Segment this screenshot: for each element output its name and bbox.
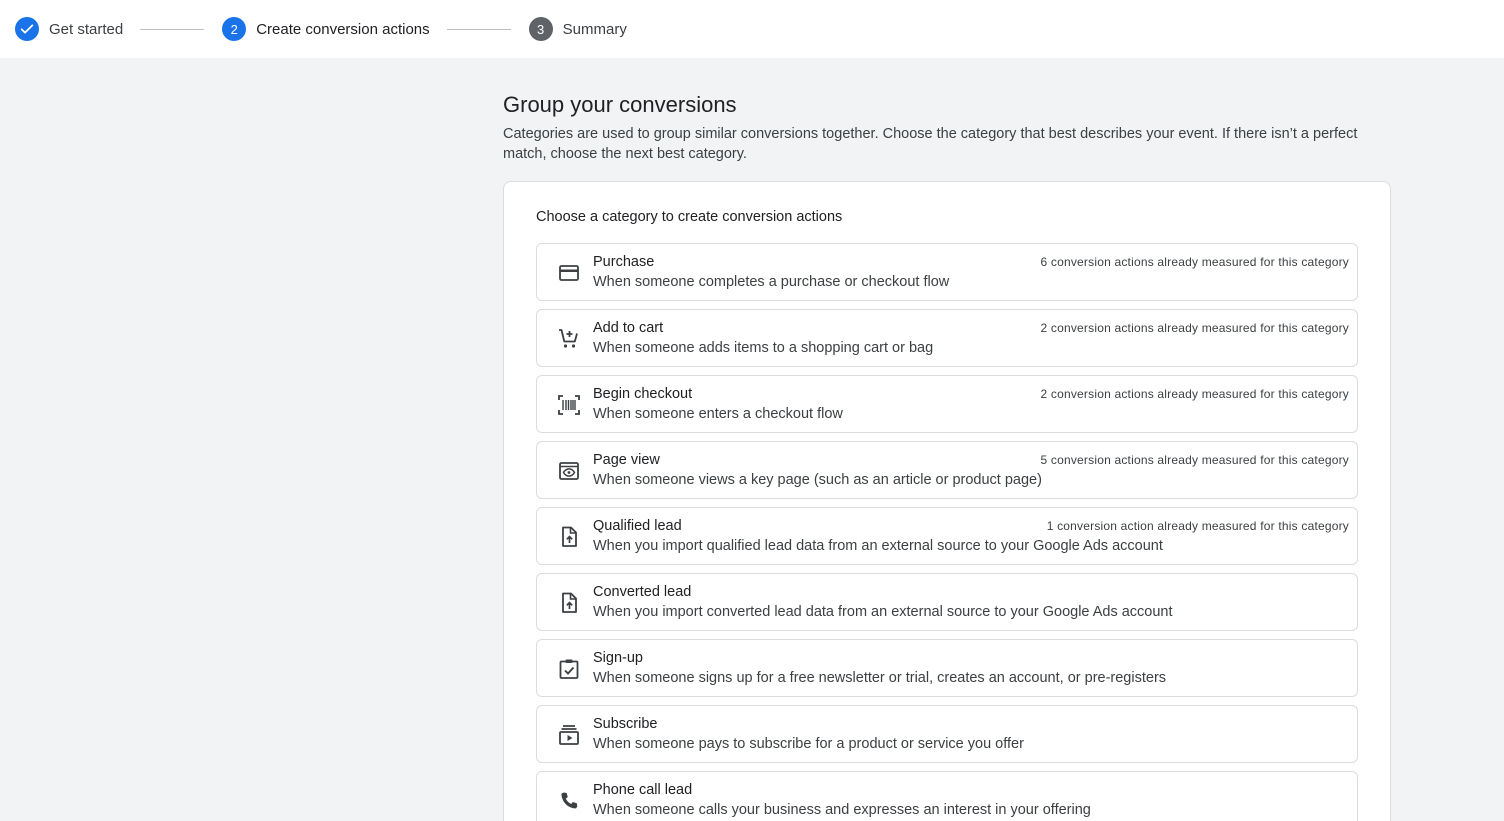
phone-icon: [557, 789, 581, 813]
category-description: When someone calls your business and exp…: [593, 802, 1091, 818]
category-subscribe[interactable]: Subscribe When someone pays to subscribe…: [536, 705, 1358, 763]
category-name: Subscribe: [593, 716, 658, 732]
category-add-to-cart[interactable]: Add to cart When someone adds items to a…: [536, 309, 1358, 367]
step-label: Summary: [562, 20, 627, 38]
category-name: Qualified lead: [593, 518, 682, 534]
category-phone-call-lead[interactable]: Phone call lead When someone calls your …: [536, 771, 1358, 821]
category-name: Sign-up: [593, 650, 643, 666]
upload-file-icon: [557, 591, 581, 615]
category-measured-note: 6 conversion actions already measured fo…: [1040, 255, 1349, 269]
step-divider: [446, 28, 511, 30]
step-get-started[interactable]: Get started: [15, 17, 123, 41]
category-description: When someone pays to subscribe for a pro…: [593, 736, 1024, 752]
category-name: Converted lead: [593, 584, 692, 600]
step-label: Get started: [49, 20, 124, 38]
page-description: Categories are used to group similar con…: [503, 126, 1358, 162]
page-title: Group your conversions: [503, 92, 737, 117]
category-description: When someone enters a checkout flow: [593, 406, 843, 422]
clipboard-check-icon: [557, 657, 581, 681]
category-name: Add to cart: [593, 320, 664, 336]
step-divider: [140, 28, 205, 30]
add-shopping-cart-icon: [557, 327, 581, 351]
page-view-icon: [557, 459, 581, 483]
category-measured-note: 2 conversion actions already measured fo…: [1040, 321, 1349, 335]
category-name: Phone call lead: [593, 782, 693, 798]
category-measured-note: 2 conversion actions already measured fo…: [1040, 387, 1349, 401]
category-page-view[interactable]: Page view When someone views a key page …: [536, 441, 1358, 499]
upload-file-icon: [557, 525, 581, 549]
category-description: When someone views a key page (such as a…: [593, 472, 1042, 488]
category-description: When you import qualified lead data from…: [593, 538, 1163, 554]
step-number: 3: [528, 17, 553, 41]
category-description: When someone adds items to a shopping ca…: [593, 340, 934, 356]
category-measured-note: 1 conversion action already measured for…: [1046, 519, 1349, 533]
category-begin-checkout[interactable]: Begin checkout When someone enters a che…: [536, 375, 1358, 433]
category-name: Page view: [593, 452, 660, 468]
category-name: Purchase: [593, 254, 655, 270]
category-converted-lead[interactable]: Converted lead When you import converted…: [536, 573, 1358, 631]
main-content: Group your conversions Categories are us…: [503, 58, 1391, 821]
barcode-scanner-icon: [557, 393, 581, 417]
step-summary[interactable]: 3 Summary: [528, 17, 627, 41]
step-create-conversion-actions[interactable]: 2 Create conversion actions: [222, 17, 430, 41]
category-qualified-lead[interactable]: Qualified lead When you import qualified…: [536, 507, 1358, 565]
category-list: Purchase When someone completes a purcha…: [536, 243, 1358, 821]
subscriptions-icon: [557, 723, 581, 747]
category-name: Begin checkout: [593, 386, 693, 402]
step-number: 2: [222, 17, 247, 41]
category-purchase[interactable]: Purchase When someone completes a purcha…: [536, 243, 1358, 301]
category-sign-up[interactable]: Sign-up When someone signs up for a free…: [536, 639, 1358, 697]
credit-card-icon: [557, 261, 581, 285]
stepper: Get started 2 Create conversion actions …: [0, 0, 1504, 58]
category-description: When you import converted lead data from…: [593, 604, 1173, 620]
check-icon: [15, 17, 39, 41]
category-description: When someone completes a purchase or che…: [593, 274, 950, 290]
category-measured-note: 5 conversion actions already measured fo…: [1040, 453, 1349, 467]
category-description: When someone signs up for a free newslet…: [593, 670, 1167, 686]
category-card: Choose a category to create conversion a…: [503, 181, 1391, 821]
card-title: Choose a category to create conversion a…: [536, 209, 843, 225]
step-label: Create conversion actions: [256, 20, 430, 38]
